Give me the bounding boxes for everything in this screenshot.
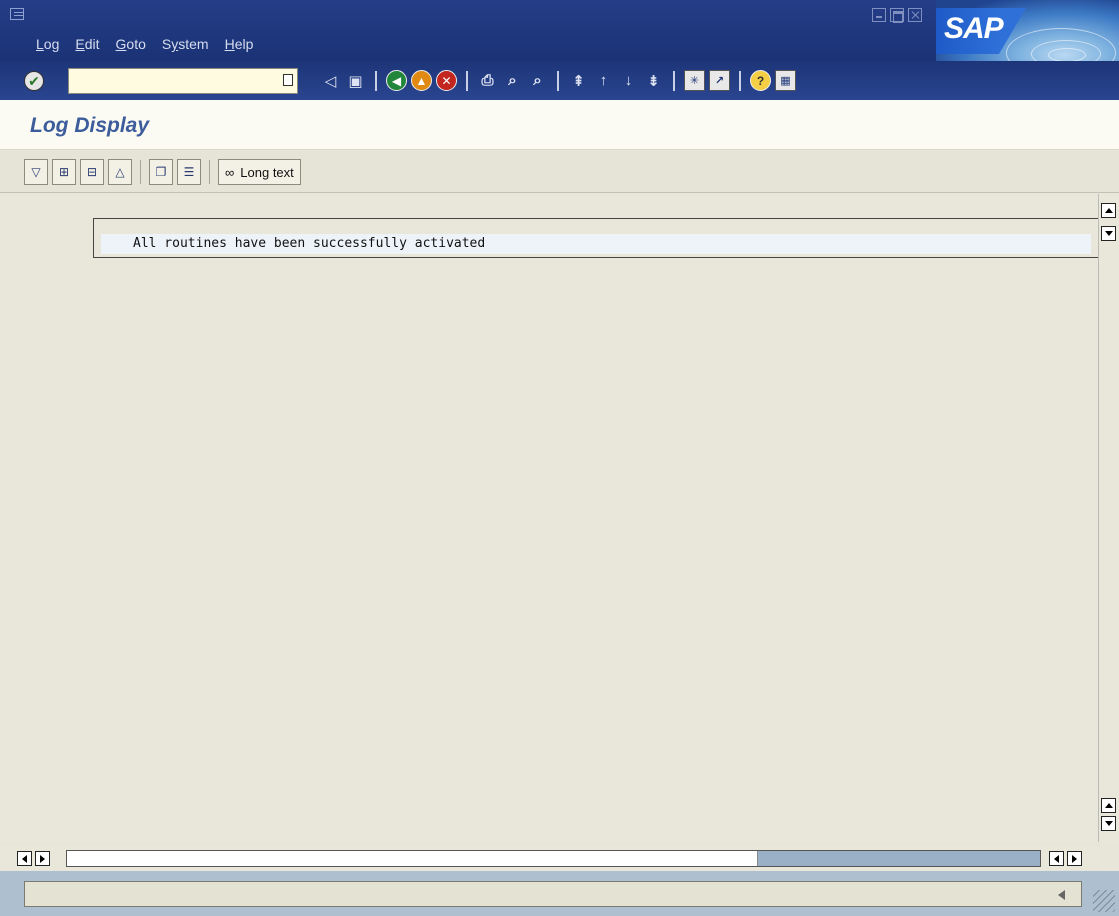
log-list-area: All routines have been successfully acti… [0, 194, 1098, 842]
long-text-button[interactable]: ∞ Long text [218, 159, 301, 185]
expand-icon[interactable]: ▽ [24, 159, 48, 185]
glasses-icon: ∞ [225, 164, 235, 180]
toolbar-separator [140, 160, 141, 184]
arrow-left-icon [22, 854, 27, 863]
status-expand-icon[interactable] [1058, 890, 1065, 900]
log-tree-frame: All routines have been successfully acti… [93, 218, 1098, 258]
log-message: All routines have been successfully acti… [133, 236, 486, 251]
system-menu-icon[interactable] [10, 8, 24, 20]
collapse-icon[interactable]: △ [108, 159, 132, 185]
scroll-left-button[interactable] [1049, 851, 1064, 866]
scroll-down-button[interactable] [1101, 816, 1116, 831]
maximize-icon[interactable] [890, 8, 904, 23]
command-history-icon[interactable] [283, 74, 293, 86]
toolbar-separator [466, 70, 468, 91]
scroll-down-button[interactable] [1101, 226, 1116, 241]
back-icon[interactable]: ◀ [386, 70, 407, 91]
page-title: Log Display [30, 114, 150, 137]
help-icon[interactable]: ? [750, 70, 771, 91]
scroll-thumb[interactable] [67, 851, 758, 866]
application-toolbar-buttons: ▽ ⊞ ⊟ △ ❐ ☰ ∞ Long text [24, 159, 301, 185]
close-icon[interactable] [908, 8, 922, 22]
next-page-icon[interactable]: ↓ [618, 70, 639, 91]
arrow-up-icon [1104, 803, 1113, 808]
last-page-icon[interactable]: ⇟ [643, 70, 664, 91]
arrow-up-icon [1104, 208, 1113, 213]
toolbar-separator [209, 160, 210, 184]
enter-checkmark-icon[interactable]: ✔ [24, 71, 44, 91]
toolbar-separator [673, 70, 675, 91]
scroll-up-button[interactable] [1101, 798, 1116, 813]
log-row[interactable]: All routines have been successfully acti… [101, 234, 1091, 254]
scroll-up-button[interactable] [1101, 203, 1116, 218]
application-toolbar: ▽ ⊞ ⊟ △ ❐ ☰ ∞ Long text [0, 151, 1119, 193]
window-controls [872, 8, 922, 23]
toolbar-separator [557, 70, 559, 91]
find-icon[interactable]: ⌕ [502, 70, 523, 91]
menu-label-log-rest: og [43, 36, 60, 52]
standard-toolbar-icons: ◁ ▣ ◀ ▲ ✕ ⎙ ⌕ ⌕ ⇞ ↑ ↓ ⇟ ✳ ↗ ? ▦ [320, 70, 796, 91]
menu-item-edit[interactable]: Edit [73, 36, 101, 56]
previous-page-icon[interactable]: ↑ [593, 70, 614, 91]
scroll-right-button[interactable] [1067, 851, 1082, 866]
back-arrow-icon[interactable]: ◁ [320, 70, 341, 91]
expand-subtree-icon[interactable]: ⊞ [52, 159, 76, 185]
details-icon[interactable]: ❐ [149, 159, 173, 185]
menu-bar: Log Edit Goto System Help [34, 36, 255, 56]
toolbar-separator [739, 70, 741, 91]
generate-shortcut-icon[interactable]: ↗ [709, 70, 730, 91]
standard-toolbar: ✔ ◁ ▣ ◀ ▲ ✕ ⎙ ⌕ ⌕ ⇞ ↑ ↓ ⇟ ✳ ↗ ? ▦ [0, 61, 1119, 100]
toolbar-separator [375, 70, 377, 91]
arrow-right-icon [1072, 854, 1077, 863]
command-field[interactable] [68, 68, 298, 94]
scroll-right-button[interactable] [35, 851, 50, 866]
exit-icon[interactable]: ▲ [411, 70, 432, 91]
menu-item-log[interactable]: Log [34, 36, 61, 56]
scroll-left-button[interactable] [17, 851, 32, 866]
save-icon[interactable]: ▣ [345, 70, 366, 91]
minimize-icon[interactable] [872, 8, 886, 22]
horizontal-scrollbar[interactable] [0, 846, 1098, 870]
ripple-ring [1048, 48, 1086, 62]
create-session-icon[interactable]: ✳ [684, 70, 705, 91]
status-bar [0, 871, 1119, 916]
resize-grip-icon[interactable] [1093, 890, 1115, 912]
menu-item-system[interactable]: System [160, 36, 211, 56]
menu-item-help[interactable]: Help [223, 36, 256, 56]
scroll-track[interactable] [66, 850, 1041, 867]
first-page-icon[interactable]: ⇞ [568, 70, 589, 91]
arrow-right-icon [40, 854, 45, 863]
find-next-icon[interactable]: ⌕ [527, 70, 548, 91]
long-text-label: Long text [240, 164, 294, 180]
arrow-down-icon [1104, 231, 1113, 236]
menu-item-goto[interactable]: Goto [114, 36, 148, 56]
print-icon[interactable]: ⎙ [477, 70, 498, 91]
title-area: Log Display [0, 100, 1119, 150]
collapse-subtree-icon[interactable]: ⊟ [80, 159, 104, 185]
list-icon[interactable]: ☰ [177, 159, 201, 185]
layout-menu-icon[interactable]: ▦ [775, 70, 796, 91]
cancel-icon[interactable]: ✕ [436, 70, 457, 91]
status-message-field[interactable] [24, 881, 1082, 907]
vertical-scrollbar[interactable] [1098, 194, 1119, 842]
arrow-left-icon [1054, 854, 1059, 863]
arrow-down-icon [1104, 821, 1113, 826]
